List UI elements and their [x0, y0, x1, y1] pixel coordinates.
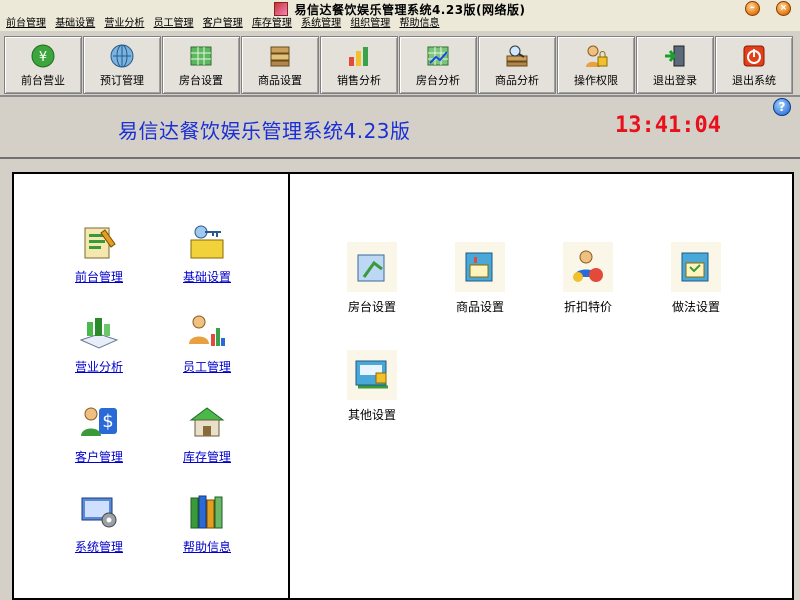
toolbar-table-setup-button[interactable]: 房台设置 — [162, 36, 240, 94]
toolbar-table-analysis-button[interactable]: 房台分析 — [399, 36, 477, 94]
menu-item-basic-settings[interactable]: 基础设置 — [55, 17, 95, 31]
setting-product-setup[interactable]: 商品设置 — [440, 242, 520, 315]
setting-label: 房台设置 — [347, 300, 396, 314]
setting-cooking-method[interactable]: 做法设置 — [656, 242, 736, 315]
grid-chart-icon — [424, 42, 452, 70]
toolbar-label: 商品设置 — [258, 74, 302, 87]
toolbar-label: 销售分析 — [337, 74, 381, 87]
left-nav-panel: 前台管理 基础设置 营业分析 员工管理 $ 客户管理 库存管理 系统管理 帮助信… — [12, 172, 292, 600]
toolbar-permissions-button[interactable]: 操作权限 — [557, 36, 635, 94]
nav-help-info[interactable]: 帮助信息 — [162, 490, 252, 555]
minimize-button[interactable]: – — [745, 1, 760, 16]
table-setup-icon — [347, 242, 397, 292]
title-bar: 易信达餐饮娱乐管理系统4.23版(网络版) – × — [0, 0, 800, 18]
window-title: 易信达餐饮娱乐管理系统4.23版(网络版) — [294, 3, 526, 17]
book-search-icon — [503, 42, 531, 70]
toolbar-label: 退出系统 — [732, 74, 776, 87]
keys-icon — [185, 220, 229, 264]
other-settings-icon — [347, 350, 397, 400]
setting-label: 其他设置 — [347, 408, 396, 422]
menu-item-help[interactable]: 帮助信息 — [400, 17, 440, 31]
discount-user-icon — [563, 242, 613, 292]
setting-discount-special[interactable]: 折扣特价 — [548, 242, 628, 315]
menu-item-business-analysis[interactable]: 营业分析 — [104, 17, 144, 31]
svg-text:¥: ¥ — [39, 50, 47, 65]
nav-basic-settings[interactable]: 基础设置 — [162, 220, 252, 285]
menu-item-staff[interactable]: 员工管理 — [154, 17, 194, 31]
nav-label: 帮助信息 — [182, 540, 231, 554]
toolbar-logout-button[interactable]: 退出登录 — [636, 36, 714, 94]
nav-business-analysis[interactable]: 营业分析 — [54, 310, 144, 375]
menu-item-front-desk[interactable]: 前台管理 — [6, 17, 46, 31]
toolbar-reservation-button[interactable]: 预订管理 — [83, 36, 161, 94]
power-icon — [740, 42, 768, 70]
nav-label: 系统管理 — [74, 540, 123, 554]
window-title-wrap: 易信达餐饮娱乐管理系统4.23版(网络版) — [0, 1, 800, 18]
nav-inventory-management[interactable]: 库存管理 — [162, 400, 252, 465]
nav-label: 营业分析 — [74, 360, 123, 374]
exit-door-icon — [661, 42, 689, 70]
menu-item-customers[interactable]: 客户管理 — [203, 17, 243, 31]
customer-dollar-icon: $ — [77, 400, 121, 444]
setting-label: 做法设置 — [671, 300, 720, 314]
nav-customer-management[interactable]: $ 客户管理 — [54, 400, 144, 465]
setting-label: 折扣特价 — [563, 300, 612, 314]
app-icon — [274, 2, 289, 16]
money-icon: ¥ — [29, 42, 57, 70]
nav-label: 客户管理 — [74, 450, 123, 464]
toolbar-label: 商品分析 — [495, 74, 539, 87]
users-chart-icon — [185, 310, 229, 354]
menu-item-organization[interactable]: 组织管理 — [350, 17, 390, 31]
nav-label: 前台管理 — [74, 270, 123, 284]
books-stack-icon — [185, 490, 229, 534]
nav-staff-management[interactable]: 员工管理 — [162, 310, 252, 375]
toolbar-label: 操作权限 — [574, 74, 618, 87]
system-name: 易信达餐饮娱乐管理系统4.23版 — [118, 119, 411, 143]
books-icon — [266, 42, 294, 70]
toolbar-label: 房台分析 — [416, 74, 460, 87]
menu-item-inventory[interactable]: 库存管理 — [252, 17, 292, 31]
warehouse-icon — [185, 400, 229, 444]
toolbar-label: 前台营业 — [21, 74, 65, 87]
toolbar: ¥ 前台营业 预订管理 房台设置 商品设置 销售分析 房台分析 商品分析 操作权… — [0, 32, 800, 97]
nav-label: 库存管理 — [182, 450, 231, 464]
monitor-tools-icon — [77, 490, 121, 534]
cooking-book-icon — [671, 242, 721, 292]
city-book-icon — [77, 310, 121, 354]
nav-label: 基础设置 — [182, 270, 231, 284]
nav-system-management[interactable]: 系统管理 — [54, 490, 144, 555]
svg-text:$: $ — [102, 411, 113, 432]
setting-table-setup[interactable]: 房台设置 — [332, 242, 412, 315]
toolbar-label: 房台设置 — [179, 74, 223, 87]
toolbar-label: 退出登录 — [653, 74, 697, 87]
toolbar-exit-system-button[interactable]: 退出系统 — [715, 36, 793, 94]
menu-item-system[interactable]: 系统管理 — [301, 17, 341, 31]
nav-label: 员工管理 — [182, 360, 231, 374]
lock-user-icon — [582, 42, 610, 70]
clipboard-icon — [77, 220, 121, 264]
header-banner: 易信达餐饮娱乐管理系统4.23版 13:41:04 ? — [0, 97, 800, 159]
setting-other[interactable]: 其他设置 — [332, 350, 412, 423]
product-setup-icon — [455, 242, 505, 292]
toolbar-product-analysis-button[interactable]: 商品分析 — [478, 36, 556, 94]
toolbar-product-setup-button[interactable]: 商品设置 — [241, 36, 319, 94]
clock: 13:41:04 — [615, 113, 721, 138]
grid-icon — [187, 42, 215, 70]
bar-chart-icon — [345, 42, 373, 70]
settings-panel: 房台设置 商品设置 折扣特价 做法设置 其他设置 — [288, 172, 794, 600]
toolbar-front-desk-button[interactable]: ¥ 前台营业 — [4, 36, 82, 94]
toolbar-sales-analysis-button[interactable]: 销售分析 — [320, 36, 398, 94]
help-icon[interactable]: ? — [773, 98, 791, 116]
globe-icon — [108, 42, 136, 70]
menu-bar: 前台管理 基础设置 营业分析 员工管理 客户管理 库存管理 系统管理 组织管理 … — [0, 17, 800, 31]
toolbar-label: 预订管理 — [100, 74, 144, 87]
nav-front-desk[interactable]: 前台管理 — [54, 220, 144, 285]
close-button[interactable]: × — [776, 1, 791, 16]
setting-label: 商品设置 — [455, 300, 504, 314]
